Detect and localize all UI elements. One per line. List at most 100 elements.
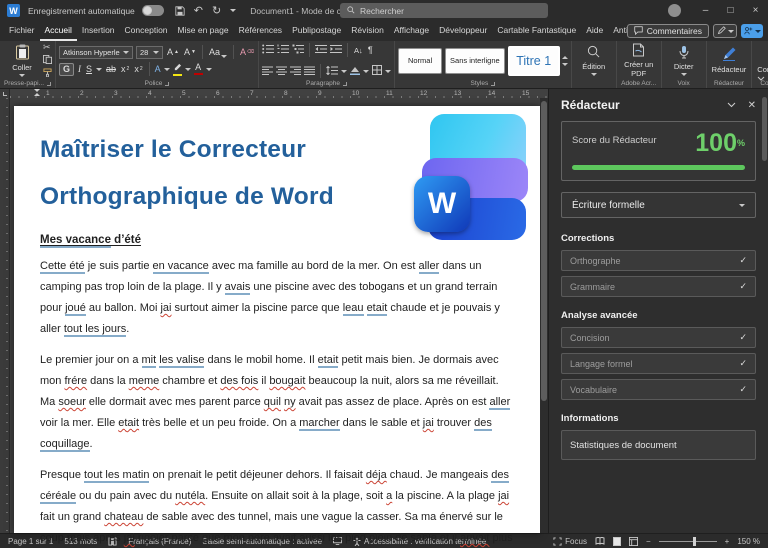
increase-indent-icon[interactable]	[330, 41, 342, 59]
align-center-icon[interactable]	[276, 62, 287, 80]
grammar-marked-text[interactable]: tout les matin	[84, 469, 149, 483]
print-layout-button[interactable]	[613, 537, 621, 546]
strikethrough-button[interactable]: ab	[105, 64, 117, 75]
spelling-marked-text[interactable]: quil	[264, 396, 281, 408]
underline-button[interactable]: S	[85, 64, 93, 75]
editing-mode-button[interactable]	[713, 24, 737, 38]
spelling-marked-text[interactable]: chateau	[104, 511, 143, 523]
grammar-marked-text[interactable]: Mes vacance	[40, 234, 111, 248]
copy-icon[interactable]	[43, 55, 52, 66]
grammar-marked-text[interactable]: Cette été	[40, 260, 85, 274]
web-layout-button[interactable]	[629, 537, 638, 546]
grow-font-button[interactable]: A▲	[166, 47, 180, 58]
style-normal[interactable]: Normal	[398, 48, 442, 74]
font-color-button[interactable]: A	[194, 63, 203, 75]
zoom-in-button[interactable]: +	[725, 537, 730, 546]
style-titre-1[interactable]: Titre 1	[508, 46, 560, 76]
cut-icon[interactable]: ✂	[43, 42, 52, 53]
borders-icon[interactable]	[372, 62, 382, 80]
spelling-marked-text[interactable]: arivait	[460, 532, 489, 544]
edition-button[interactable]: Édition	[575, 44, 613, 77]
tab-fichier[interactable]: Fichier	[4, 21, 40, 41]
spelling-marked-text[interactable]: des fois	[220, 375, 258, 387]
zoom-level[interactable]: 150 %	[737, 537, 760, 546]
tab-publipostage[interactable]: Publipostage	[287, 21, 346, 41]
tab-accueil[interactable]: Accueil	[40, 21, 77, 41]
grammar-marked-text[interactable]: marcher	[299, 417, 339, 431]
change-case-button[interactable]: Aa	[208, 47, 228, 58]
close-button[interactable]: ×	[743, 0, 768, 21]
tab-references[interactable]: Références	[234, 21, 287, 41]
pane-chevron-down-icon[interactable]	[727, 100, 736, 111]
read-mode-button[interactable]	[595, 537, 605, 545]
tab-aide[interactable]: Aide	[581, 21, 608, 41]
grammar-marked-text[interactable]: avais	[225, 281, 251, 295]
collapse-ribbon-button[interactable]	[757, 68, 765, 86]
decrease-indent-icon[interactable]	[315, 41, 327, 59]
spelling-marked-text[interactable]: ny	[284, 396, 296, 408]
italic-button[interactable]: I	[77, 64, 82, 75]
paragraph-dialog-launcher[interactable]	[343, 82, 347, 86]
share-button[interactable]	[741, 24, 763, 38]
grammar-marked-text[interactable]: aller	[489, 396, 510, 410]
multilevel-list-icon[interactable]	[292, 41, 304, 59]
focus-mode-button[interactable]: Focus	[553, 537, 587, 546]
grammar-marked-text[interactable]: en vacance	[153, 260, 209, 274]
document-page[interactable]: Maîtriser le Correcteur Orthographique d…	[14, 106, 540, 533]
tab-conception[interactable]: Conception	[120, 21, 173, 41]
paste-button[interactable]: Coller	[3, 43, 41, 79]
bold-button[interactable]: G	[59, 63, 74, 76]
sort-button[interactable]: A↓	[353, 45, 364, 56]
grammar-marked-text[interactable]: les valise	[159, 354, 204, 368]
pane-scrollbar-thumb[interactable]	[762, 97, 767, 161]
tab-developpeur[interactable]: Développeur	[434, 21, 492, 41]
justify-icon[interactable]	[304, 62, 315, 80]
pane-close-icon[interactable]: ✕	[748, 100, 756, 111]
grammar-marked-text[interactable]: etait	[318, 354, 339, 368]
spelling-marked-text[interactable]: bougait	[269, 375, 305, 387]
spelling-marked-text[interactable]: déja	[366, 469, 387, 481]
tab-revision[interactable]: Révision	[346, 21, 389, 41]
grammar-marked-text[interactable]: tout les jours	[64, 323, 126, 337]
tab-stop-selector[interactable]	[0, 89, 10, 98]
editor-item-concision[interactable]: Concision✓	[561, 327, 756, 348]
editor-item-statistiques-de-document[interactable]: Statistiques de document	[561, 430, 756, 460]
styles-gallery-scroll[interactable]	[562, 56, 568, 66]
spelling-marked-text[interactable]: jai	[498, 490, 509, 502]
spelling-marked-text[interactable]: soeur	[58, 396, 86, 408]
zoom-out-button[interactable]: −	[646, 537, 651, 546]
editor-item-grammaire[interactable]: Grammaire✓	[561, 276, 756, 297]
spelling-marked-text[interactable]: frére	[64, 375, 87, 387]
word-logo-icon[interactable]: W	[7, 4, 20, 17]
shading-icon[interactable]	[350, 62, 360, 80]
grammar-marked-text[interactable]: etait	[367, 302, 388, 316]
editor-button[interactable]: Rédacteur	[710, 46, 749, 75]
style-sans-interligne[interactable]: Sans interligne	[445, 48, 505, 74]
editor-item-orthographe[interactable]: Orthographe✓	[561, 250, 756, 271]
spelling-marked-text[interactable]: jai	[124, 532, 135, 544]
scrollbar-thumb[interactable]	[541, 101, 547, 401]
zoom-slider-thumb[interactable]	[693, 537, 696, 546]
bullet-list-icon[interactable]	[262, 41, 274, 59]
subscript-button[interactable]: x2	[120, 64, 130, 75]
grammar-marked-text[interactable]: leau	[343, 302, 364, 316]
underline-options-icon[interactable]	[96, 68, 102, 71]
grammar-marked-text[interactable]: joué	[65, 302, 86, 316]
undo-icon[interactable]: ↶	[194, 4, 203, 17]
editor-item-vocabulaire[interactable]: Vocabulaire✓	[561, 379, 756, 400]
document-scrollbar[interactable]	[540, 98, 548, 533]
grammar-marked-text[interactable]: aller	[419, 260, 440, 274]
spelling-marked-text[interactable]: meme	[129, 375, 160, 387]
editor-item-langage-formel[interactable]: Langage formel✓	[561, 353, 756, 374]
indent-markers[interactable]	[34, 89, 40, 96]
tab-cartable-fantastique[interactable]: Cartable Fantastique	[492, 21, 581, 41]
highlight-color-button[interactable]	[173, 63, 182, 76]
clear-formatting-button[interactable]: A⌫	[239, 47, 255, 58]
spelling-marked-text[interactable]: jai	[423, 417, 434, 429]
redo-icon[interactable]: ↻	[212, 4, 221, 17]
tab-affichage[interactable]: Affichage	[389, 21, 434, 41]
spelling-marked-text[interactable]: jai	[160, 302, 171, 314]
comments-button[interactable]: Commentaires	[627, 24, 709, 38]
line-spacing-icon[interactable]	[326, 62, 338, 80]
tab-insertion[interactable]: Insertion	[77, 21, 120, 41]
